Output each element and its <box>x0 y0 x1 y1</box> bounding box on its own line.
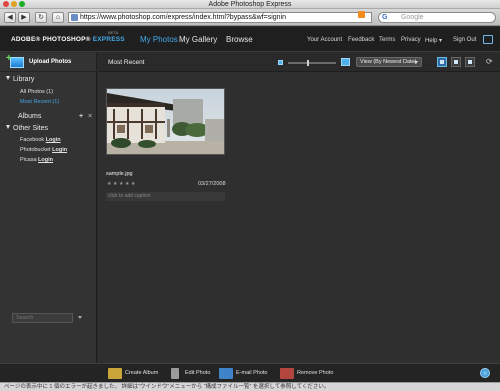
facebook-label: Facebook <box>20 137 46 143</box>
zoom-in-icon[interactable] <box>341 58 350 66</box>
view-sort-select[interactable]: View (By Newest Date) <box>356 57 422 67</box>
disclosure-triangle-icon <box>6 76 10 80</box>
home-icon: ⌂ <box>55 14 61 21</box>
sidebar-search-input[interactable]: Search <box>12 313 73 323</box>
rss-feed-icon[interactable] <box>358 11 365 18</box>
forward-arrow-icon: ▶ <box>21 14 27 21</box>
sidebar-footer <box>0 363 98 382</box>
remove-photo-label: Remove Photo <box>297 370 334 376</box>
create-album-icon <box>108 368 122 379</box>
privacy-link[interactable]: Privacy <box>401 37 421 43</box>
other-site-photobucket: Photobucket Login <box>20 147 67 153</box>
view-sort-value: View (By Newest Date) <box>360 59 417 65</box>
fullscreen-icon[interactable] <box>483 35 493 44</box>
photobucket-login-link[interactable]: Login <box>52 147 67 153</box>
remove-album-icon[interactable]: × <box>88 113 92 120</box>
albums-section-header[interactable]: Albums <box>18 113 41 120</box>
back-arrow-icon: ◀ <box>7 14 13 21</box>
sign-out-link[interactable]: Sign Out <box>453 37 476 43</box>
reload-icon: ↻ <box>38 14 44 21</box>
brand-express-text: EXPRESS <box>92 36 125 43</box>
photo-grid-panel: Most Recent View (By Newest Date) ⟳ samp… <box>98 53 500 363</box>
grid-view-icon <box>440 60 444 64</box>
action-bar: Create Album Edit Photo E-mail Photo Rem… <box>98 363 500 382</box>
brand-main-text: ADOBE® PHOTOSHOP® <box>11 36 93 43</box>
panel-header: Most Recent View (By Newest Date) ⟳ <box>98 53 500 72</box>
site-favicon-icon <box>71 14 78 21</box>
photo-filename: sample.jpg <box>106 171 133 177</box>
google-search-icon: G <box>382 14 388 21</box>
picasa-label: Picasa <box>20 157 39 163</box>
disclosure-triangle-icon <box>6 125 10 129</box>
edit-photo-icon <box>171 368 179 379</box>
zoom-out-icon[interactable] <box>278 60 283 65</box>
email-photo-icon <box>219 368 233 379</box>
your-account-link[interactable]: Your Account <box>307 37 342 43</box>
other-sites-section-header[interactable]: Other Sites <box>6 125 48 132</box>
window-titlebar: Adobe Photoshop Express <box>0 0 500 9</box>
address-bar[interactable]: https://www.photoshop.com/express/index.… <box>68 12 372 23</box>
library-section-header[interactable]: Library <box>6 76 34 83</box>
list-view-icon <box>454 60 458 64</box>
window-title: Adobe Photoshop Express <box>208 1 292 8</box>
back-button[interactable]: ◀ <box>4 12 16 23</box>
temple-photo-image <box>107 89 224 154</box>
upload-photos-label: Upload Photos <box>29 59 72 65</box>
refresh-icon[interactable]: ⟳ <box>486 57 493 67</box>
beta-badge: BETA <box>108 30 119 35</box>
other-site-picasa: Picasa Login <box>20 157 53 163</box>
home-button[interactable]: ⌂ <box>52 12 64 23</box>
photo-date: 03/27/2008 <box>198 181 226 187</box>
other-site-facebook: Facebook Login <box>20 137 61 143</box>
add-album-icon[interactable]: + <box>79 113 83 120</box>
library-title: Library <box>13 76 35 83</box>
browser-toolbar: ◀ ▶ ↻ ⌂ https://www.photoshop.com/expres… <box>0 9 500 26</box>
help-menu[interactable]: Help ▾ <box>425 37 442 44</box>
app-header: ADOBE® PHOTOSHOP® EXPRESS BETA My Photos… <box>0 27 500 52</box>
address-bar-url: https://www.photoshop.com/express/index.… <box>80 14 287 21</box>
sidebar-item-most-recent[interactable]: Most Recent (1) <box>20 99 59 105</box>
list-view-button[interactable] <box>451 57 461 67</box>
rating-stars[interactable]: ★★★★★ <box>107 181 137 187</box>
email-photo-label: E-mail Photo <box>236 370 268 376</box>
tab-my-photos[interactable]: My Photos <box>140 35 178 44</box>
picasa-login-link[interactable]: Login <box>38 157 53 163</box>
create-album-label: Create Album <box>125 370 159 376</box>
grid-view-button[interactable] <box>437 57 447 67</box>
chevron-down-icon <box>414 61 418 64</box>
caption-field[interactable]: click to add caption <box>106 192 225 201</box>
browser-search-placeholder: Google <box>401 14 424 21</box>
photobucket-label: Photobucket <box>20 147 53 153</box>
browser-status-bar: ページの表示中に 1 個のエラーが起きました。 詳細は“ウインドウ”メニューから… <box>0 382 500 391</box>
detail-view-icon <box>468 60 472 64</box>
browser-search-input[interactable]: G Google <box>378 12 496 23</box>
remove-photo-icon <box>280 368 294 379</box>
panel-title: Most Recent <box>108 59 145 66</box>
help-icon[interactable] <box>480 368 490 378</box>
thumbnail-size-slider[interactable] <box>288 62 336 64</box>
plus-icon: + <box>6 53 12 64</box>
upload-photo-icon <box>10 57 24 68</box>
terms-link[interactable]: Terms <box>379 37 395 43</box>
tab-my-gallery[interactable]: My Gallery <box>179 35 217 44</box>
slider-handle[interactable] <box>307 60 309 66</box>
search-options-chevron-icon[interactable] <box>78 316 82 319</box>
other-sites-title: Other Sites <box>13 125 49 132</box>
forward-button[interactable]: ▶ <box>18 12 30 23</box>
feedback-link[interactable]: Feedback <box>348 37 374 43</box>
edit-photo-label: Edit Photo <box>185 370 211 376</box>
photo-thumbnail[interactable] <box>106 88 225 155</box>
detail-view-button[interactable] <box>465 57 475 67</box>
tab-browse[interactable]: Browse <box>226 35 253 44</box>
app-logo[interactable]: ADOBE® PHOTOSHOP® EXPRESS <box>11 36 125 43</box>
sidebar-item-all-photos[interactable]: All Photos (1) <box>20 89 53 95</box>
reload-button[interactable]: ↻ <box>35 12 47 23</box>
facebook-login-link[interactable]: Login <box>46 137 61 143</box>
upload-photos-button[interactable]: + Upload Photos <box>0 53 97 72</box>
